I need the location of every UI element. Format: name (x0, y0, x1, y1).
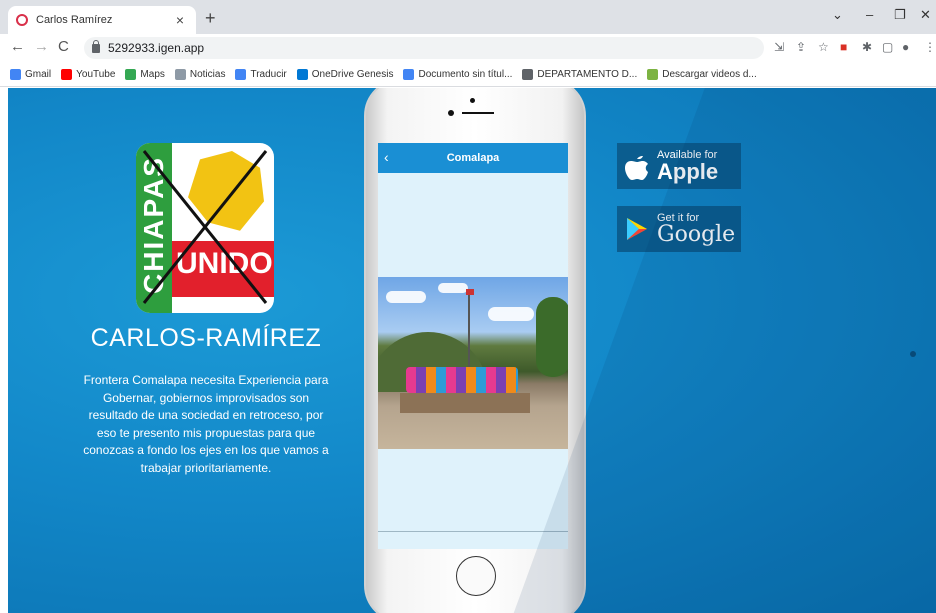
apple-icon (617, 143, 657, 189)
bookmark-label: OneDrive Genesis (311, 68, 394, 80)
bookmark-label: Maps (140, 68, 165, 80)
bookmark-label: Descargar videos d... (662, 68, 757, 80)
bookmark-label: DEPARTAMENTO D... (537, 68, 638, 80)
campaign-logo: CHIAPAS UNIDO (136, 143, 274, 313)
app-header: ‹ Comalapa (378, 143, 568, 173)
bookmark-label: Gmail (25, 68, 52, 80)
gmail-icon (10, 68, 21, 80)
bookmark-item[interactable]: OneDrive Genesis (296, 68, 394, 80)
minimize-button[interactable]: – (866, 7, 873, 22)
bookmark-label: Traducir (250, 68, 287, 80)
restore-button[interactable]: ❐ (894, 7, 906, 23)
site-favicon-icon (16, 14, 28, 26)
tab-bar: Carlos Ramírez × + ⌄ – ❐ ✕ (0, 0, 936, 34)
google-play-badge[interactable]: Get it for Google (617, 206, 741, 252)
bookmark-item[interactable]: Documento sin títul... (403, 68, 513, 80)
sensor-dot-icon (448, 110, 454, 116)
new-tab-button[interactable]: + (205, 8, 216, 29)
back-button[interactable]: ← (10, 38, 25, 55)
bookmark-item[interactable]: Descargar videos d... (647, 68, 757, 80)
bookmark-item[interactable]: DEPARTAMENTO D... (522, 68, 638, 80)
bookmark-label: Documento sin títul... (418, 68, 513, 80)
install-app-icon[interactable]: ⇲ (774, 40, 784, 54)
pdf-extension-icon[interactable]: ■ (840, 40, 847, 54)
forward-button[interactable]: → (34, 38, 49, 55)
reload-button[interactable]: C (58, 38, 69, 55)
extensions-icon[interactable]: ✱ (862, 40, 872, 54)
bookmark-item[interactable]: Maps (125, 68, 165, 80)
download-icon (647, 68, 659, 80)
url-text: 5292933.igen.app (108, 41, 205, 55)
lock-icon (92, 39, 100, 53)
speaker-icon (462, 112, 494, 114)
news-icon (174, 68, 186, 80)
menu-icon[interactable]: ⋮ (924, 40, 936, 54)
app-store-badge[interactable]: Available for Apple (617, 143, 741, 189)
tab-search-icon[interactable]: ⌄ (832, 7, 843, 23)
address-bar[interactable]: 5292933.igen.app (84, 37, 764, 59)
bookmarks-bar: Gmail YouTube Maps Noticias Traducir OneDrive… (0, 62, 936, 87)
phone-screen: ‹ Comalapa (378, 143, 568, 549)
globe-icon (522, 68, 534, 80)
browser-toolbar: ← → C 5292933.igen.app ⇲ ⇪ ☆ ■ ✱ ▢ ● ⋮ (0, 34, 936, 62)
side-panel-icon[interactable]: ▢ (882, 40, 893, 54)
phone-mockup: ‹ Comalapa (364, 88, 586, 613)
bookmark-item[interactable]: YouTube (61, 68, 116, 80)
browser-tab[interactable]: Carlos Ramírez × (8, 6, 196, 34)
google-badge-small: Get it for (657, 212, 700, 224)
youtube-icon (61, 68, 73, 80)
google-badge-big: Google (657, 222, 736, 247)
app-header-title: Comalapa (446, 152, 500, 164)
tab-title: Carlos Ramírez (36, 14, 113, 26)
onedrive-icon (296, 68, 308, 80)
maps-icon (125, 68, 137, 80)
bookmark-item[interactable]: Gmail (10, 68, 52, 80)
back-chevron-icon[interactable]: ‹ (384, 149, 389, 165)
bookmark-label: Noticias (189, 68, 226, 80)
candidate-name: CARLOS-RAMÍREZ (90, 324, 322, 352)
tab-close-icon[interactable]: × (172, 12, 188, 28)
comalapa-photo (378, 277, 568, 449)
close-window-button[interactable]: ✕ (920, 7, 931, 23)
share-icon[interactable]: ⇪ (796, 40, 806, 54)
home-button[interactable] (456, 556, 496, 596)
bookmark-label: YouTube (76, 68, 116, 80)
bookmark-item[interactable]: Traducir (235, 68, 287, 80)
profile-avatar-icon[interactable]: ● (902, 40, 909, 54)
camera-dot-icon (470, 98, 475, 103)
translate-icon (235, 68, 247, 80)
screen-divider (378, 531, 568, 532)
docs-icon (403, 68, 415, 80)
candidate-description: Frontera Comalapa necesita Experiencia p… (83, 373, 329, 475)
cross-out-icon (142, 150, 268, 304)
bookmark-star-icon[interactable]: ☆ (818, 40, 829, 54)
google-play-icon (617, 206, 657, 252)
apple-badge-big: Apple (657, 159, 719, 184)
page-content: CHIAPAS UNIDO CARLOS-RAMÍREZ Frontera Co… (8, 88, 936, 613)
indicator-dot (910, 351, 916, 357)
bookmark-item[interactable]: Noticias (174, 68, 226, 80)
